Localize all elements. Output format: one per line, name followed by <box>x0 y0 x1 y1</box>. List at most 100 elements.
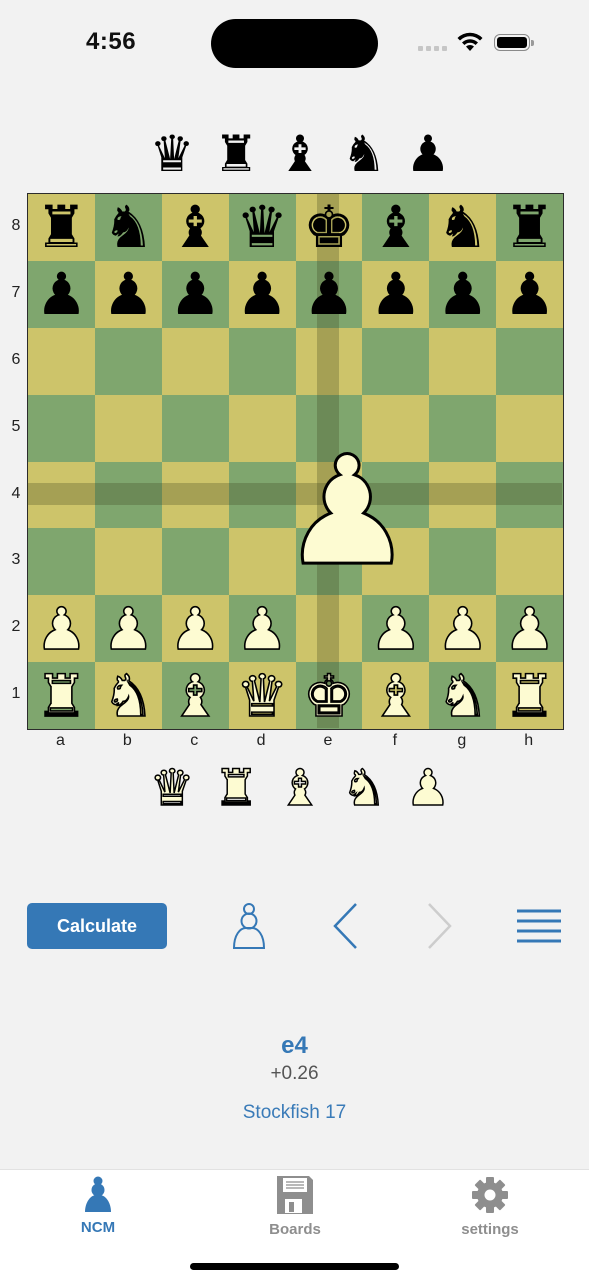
square-b2[interactable]: ♟ <box>94 595 162 663</box>
square-c1[interactable]: ♝ <box>161 662 229 729</box>
white-pawn-icon[interactable]: ♟ <box>35 599 89 659</box>
white-king-icon[interactable]: ♚ <box>302 666 356 726</box>
white-rook-icon[interactable]: ♜ <box>503 666 557 726</box>
square-h6[interactable] <box>496 327 563 395</box>
square-e1[interactable]: ♚ <box>295 662 363 729</box>
square-f1[interactable]: ♝ <box>362 662 430 729</box>
square-f6[interactable] <box>362 327 430 395</box>
white-rook-icon[interactable]: ♜ <box>35 666 89 726</box>
square-g8[interactable]: ♞ <box>429 194 497 261</box>
square-f7[interactable]: ♟ <box>362 260 430 328</box>
black-king-icon[interactable]: ♚ <box>303 198 355 256</box>
black-pawn-icon[interactable]: ♟ <box>370 265 422 323</box>
engine-name[interactable]: Stockfish 17 <box>0 1102 589 1124</box>
square-h5[interactable] <box>496 394 563 462</box>
square-c3[interactable] <box>161 528 229 596</box>
white-pawn-icon[interactable]: ♟ <box>503 599 557 659</box>
white-pawn-icon[interactable]: ♟ <box>235 599 289 659</box>
square-d1[interactable]: ♛ <box>228 662 296 729</box>
square-h2[interactable]: ♟ <box>496 595 563 663</box>
square-e8[interactable]: ♚ <box>295 194 363 261</box>
square-d2[interactable]: ♟ <box>228 595 296 663</box>
square-g3[interactable] <box>429 528 497 596</box>
square-h4[interactable] <box>496 461 563 529</box>
square-c6[interactable] <box>161 327 229 395</box>
file-label: h <box>524 732 534 749</box>
square-b4[interactable] <box>94 461 162 529</box>
square-b5[interactable] <box>94 394 162 462</box>
tab-settings[interactable]: settings <box>420 1176 560 1238</box>
square-b7[interactable]: ♟ <box>94 260 162 328</box>
tab-ncm[interactable]: NCM <box>28 1176 168 1236</box>
square-d6[interactable] <box>228 327 296 395</box>
black-bishop-icon[interactable]: ♝ <box>169 198 221 256</box>
back-button[interactable] <box>325 900 367 952</box>
black-queen-icon[interactable]: ♛ <box>236 198 288 256</box>
black-rook-icon[interactable]: ♜ <box>504 198 556 256</box>
square-e6[interactable] <box>295 327 363 395</box>
square-g1[interactable]: ♞ <box>429 662 497 729</box>
square-h7[interactable]: ♟ <box>496 260 563 328</box>
black-pawn-icon[interactable]: ♟ <box>437 265 489 323</box>
black-knight-icon[interactable]: ♞ <box>102 198 154 256</box>
pawn-outline-button[interactable] <box>226 900 272 952</box>
square-d7[interactable]: ♟ <box>228 260 296 328</box>
black-pawn-icon[interactable]: ♟ <box>35 265 87 323</box>
forward-button[interactable] <box>418 900 460 952</box>
tab-boards[interactable]: Boards <box>225 1176 365 1238</box>
white-pawn-icon[interactable]: ♟ <box>168 599 222 659</box>
square-a6[interactable] <box>28 327 95 395</box>
square-c2[interactable]: ♟ <box>161 595 229 663</box>
black-bishop-icon[interactable]: ♝ <box>370 198 422 256</box>
square-f8[interactable]: ♝ <box>362 194 430 261</box>
square-e2[interactable] <box>295 595 363 663</box>
square-f2[interactable]: ♟ <box>362 595 430 663</box>
square-b8[interactable]: ♞ <box>94 194 162 261</box>
white-knight-icon[interactable]: ♞ <box>436 666 490 726</box>
square-a8[interactable]: ♜ <box>28 194 95 261</box>
square-g2[interactable]: ♟ <box>429 595 497 663</box>
white-pawn-icon[interactable]: ♟ <box>102 599 156 659</box>
square-g5[interactable] <box>429 394 497 462</box>
square-b1[interactable]: ♞ <box>94 662 162 729</box>
black-pawn-icon[interactable]: ♟ <box>303 265 355 323</box>
black-rook-icon[interactable]: ♜ <box>35 198 87 256</box>
file-label: g <box>457 732 467 749</box>
calculate-button[interactable]: Calculate <box>27 903 167 949</box>
black-knight-icon[interactable]: ♞ <box>437 198 489 256</box>
white-bishop-icon[interactable]: ♝ <box>168 666 222 726</box>
white-queen-icon[interactable]: ♛ <box>235 666 289 726</box>
square-c7[interactable]: ♟ <box>161 260 229 328</box>
white-pawn-icon[interactable]: ♟ <box>369 599 423 659</box>
square-c8[interactable]: ♝ <box>161 194 229 261</box>
home-indicator[interactable] <box>190 1263 399 1270</box>
square-c4[interactable] <box>161 461 229 529</box>
square-a1[interactable]: ♜ <box>28 662 95 729</box>
square-g6[interactable] <box>429 327 497 395</box>
dragged-white-pawn[interactable]: ♟ <box>279 431 416 594</box>
square-g4[interactable] <box>429 461 497 529</box>
black-pawn-icon[interactable]: ♟ <box>504 265 556 323</box>
white-knight-icon[interactable]: ♞ <box>102 666 156 726</box>
square-h8[interactable]: ♜ <box>496 194 563 261</box>
white-pawn-icon[interactable]: ♟ <box>436 599 490 659</box>
black-pawn-icon[interactable]: ♟ <box>236 265 288 323</box>
square-a2[interactable]: ♟ <box>28 595 95 663</box>
square-b6[interactable] <box>94 327 162 395</box>
square-g7[interactable]: ♟ <box>429 260 497 328</box>
square-a5[interactable] <box>28 394 95 462</box>
black-pawn-icon[interactable]: ♟ <box>169 265 221 323</box>
square-d8[interactable]: ♛ <box>228 194 296 261</box>
square-a4[interactable] <box>28 461 95 529</box>
square-a3[interactable] <box>28 528 95 596</box>
menu-button[interactable] <box>512 900 566 952</box>
tab-settings-label: settings <box>461 1221 519 1238</box>
white-bishop-icon[interactable]: ♝ <box>369 666 423 726</box>
square-b3[interactable] <box>94 528 162 596</box>
square-c5[interactable] <box>161 394 229 462</box>
square-a7[interactable]: ♟ <box>28 260 95 328</box>
square-h3[interactable] <box>496 528 563 596</box>
square-h1[interactable]: ♜ <box>496 662 563 729</box>
square-e7[interactable]: ♟ <box>295 260 363 328</box>
black-pawn-icon[interactable]: ♟ <box>102 265 154 323</box>
